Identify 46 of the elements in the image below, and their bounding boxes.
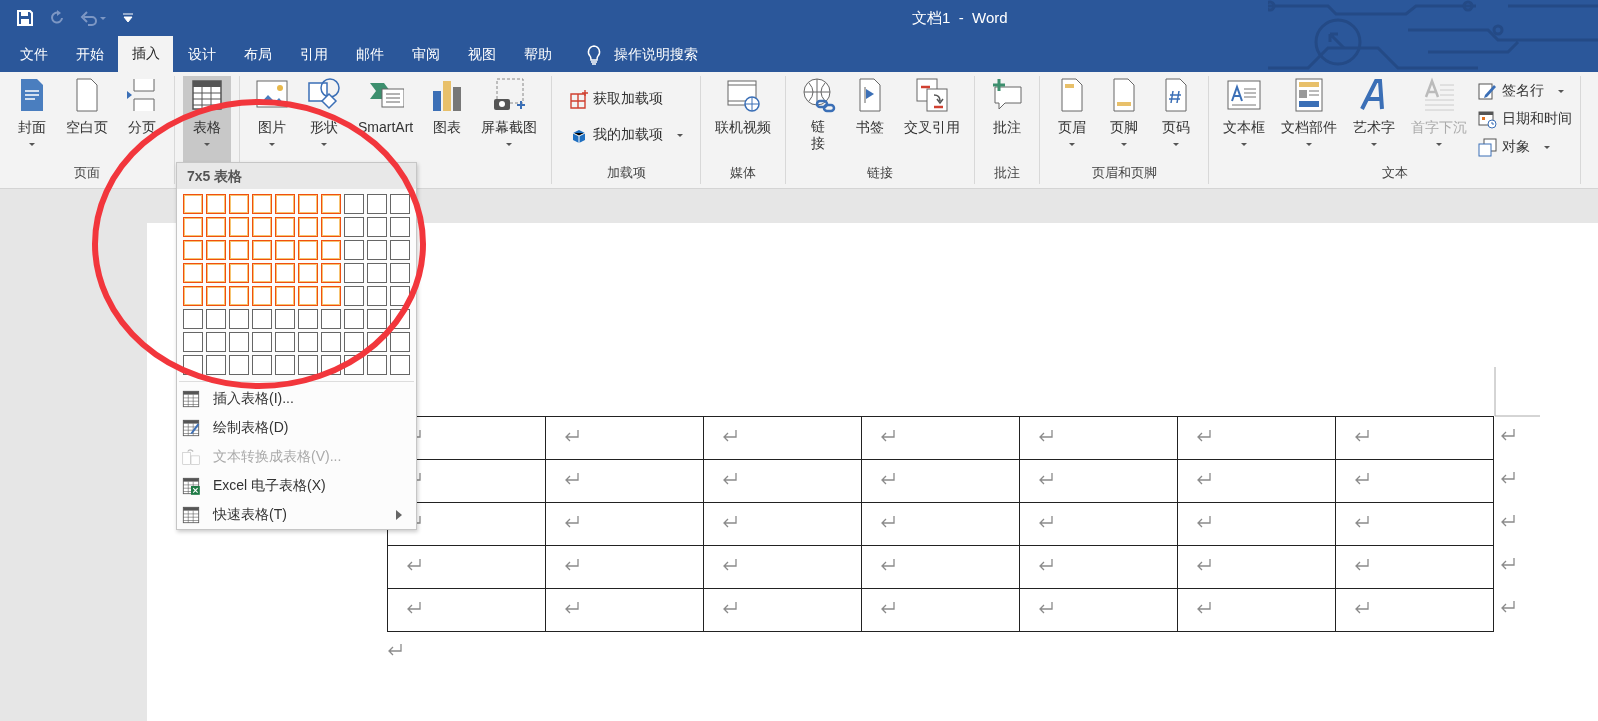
ribbon-tab[interactable]: 审阅 xyxy=(398,38,453,72)
group-label: 页面 xyxy=(73,164,101,182)
ribbon-button[interactable]: 批注 xyxy=(983,76,1032,164)
ribbon-button[interactable]: 获取加载项 xyxy=(568,88,685,110)
group-label: 加载项 xyxy=(605,164,647,182)
ribbon-button[interactable]: 联机视频 xyxy=(709,76,778,164)
ribbon-tab[interactable]: 布局 xyxy=(230,38,285,72)
ribbon-button[interactable]: 表格 xyxy=(183,76,231,164)
ribbon-tab[interactable]: 邮件 xyxy=(342,38,397,72)
menu-item[interactable]: 插入表格(I)... xyxy=(177,384,416,413)
group-label: 链接 xyxy=(866,164,895,182)
menu-item[interactable]: 快速表格(T) xyxy=(177,500,416,529)
ribbon-tab[interactable]: 帮助 xyxy=(510,38,565,72)
ribbon-button[interactable]: 链接 xyxy=(794,76,843,164)
ribbon-button[interactable]: 文本框 xyxy=(1217,76,1272,164)
ribbon-button[interactable]: 签名行 xyxy=(1477,80,1573,102)
group-label: 媒体 xyxy=(729,164,758,182)
ribbon-button[interactable]: 页码 xyxy=(1152,76,1201,164)
ribbon-tab[interactable]: 插入 xyxy=(118,36,173,72)
group-label: 批注 xyxy=(993,164,1022,182)
ribbon-tab[interactable]: 视图 xyxy=(454,38,509,72)
ribbon-button[interactable]: 图表 xyxy=(423,76,472,164)
menu-header: 7x5 表格 xyxy=(177,163,416,189)
menu-item[interactable]: Excel 电子表格(X) xyxy=(177,471,416,500)
tell-me-search[interactable]: 操作说明搜索 xyxy=(586,38,698,72)
menu-item[interactable]: 绘制表格(D) xyxy=(177,413,416,442)
ribbon-button[interactable]: 对象 xyxy=(1477,136,1573,158)
ribbon-button[interactable]: 屏幕截图 xyxy=(475,76,544,164)
ribbon-button[interactable]: 艺术字 xyxy=(1347,76,1402,164)
ribbon-tab[interactable]: 文件 xyxy=(6,38,61,72)
group-label: 页眉和页脚 xyxy=(1090,164,1158,182)
ribbon-button[interactable]: 文档部件 xyxy=(1275,76,1344,164)
ribbon-button[interactable]: 交叉引用 xyxy=(898,76,967,164)
ribbon-button[interactable]: 日期和时间 xyxy=(1477,108,1573,130)
ribbon-button[interactable]: 形状 xyxy=(300,76,348,164)
ribbon-tab[interactable]: 开始 xyxy=(62,38,117,72)
ribbon-tab[interactable]: 设计 xyxy=(174,38,229,72)
ribbon-button[interactable]: 页脚 xyxy=(1100,76,1149,164)
ribbon-button[interactable]: 封面 xyxy=(8,76,56,164)
ribbon-button[interactable]: 我的加载项 xyxy=(568,124,685,146)
ribbon-button[interactable]: 页眉 xyxy=(1048,76,1097,164)
window-title: 文档1 - Word xyxy=(912,8,1008,28)
ribbon-button[interactable]: 空白页 xyxy=(60,76,114,164)
group-label: 文本 xyxy=(1380,164,1409,182)
ribbon-button[interactable]: 书签 xyxy=(846,76,895,164)
ribbon-tab[interactable]: 引用 xyxy=(286,38,341,72)
